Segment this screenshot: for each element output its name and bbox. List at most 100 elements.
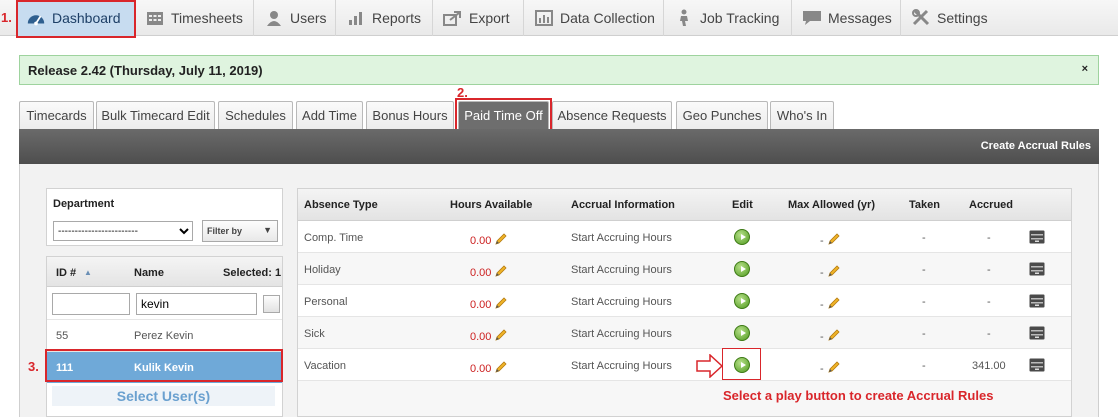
absence-row: Personal 0.00 Start Accruing Hours - - - (298, 285, 1071, 317)
nav-item-messages[interactable]: Messages (794, 0, 901, 36)
tab-bulk-timecard-edit[interactable]: Bulk Timecard Edit (96, 101, 215, 129)
archive-icon[interactable] (1029, 326, 1045, 340)
selected-count: Selected: 1 (223, 267, 282, 279)
taken-value: - (922, 232, 926, 244)
nav-item-job-tracking[interactable]: Job Tracking (666, 0, 792, 36)
pencil-edit-icon[interactable] (827, 296, 841, 310)
max-value: - (820, 267, 824, 279)
tab-label: Absence Requests (557, 108, 667, 123)
toolbar: Create Accrual Rules (19, 129, 1099, 164)
archive-icon[interactable] (1029, 230, 1045, 244)
pencil-edit-icon[interactable] (494, 360, 508, 374)
nav-item-settings[interactable]: Settings (903, 0, 1003, 36)
max-value: - (820, 331, 824, 343)
filter-by-button[interactable]: Filter by ▼ (202, 220, 278, 242)
search-checkbox[interactable] (263, 295, 280, 313)
absence-row: Comp. Time 0.00 Start Accruing Hours - - - (298, 221, 1071, 253)
release-banner: Release 2.42 (Thursday, July 11, 2019) × (19, 55, 1099, 85)
accrual-information: Start Accruing Hours (571, 360, 672, 372)
accrual-information: Start Accruing Hours (571, 232, 672, 244)
pencil-edit-icon[interactable] (827, 264, 841, 278)
close-icon[interactable]: × (1082, 63, 1088, 75)
tab-bonus-hours[interactable]: Bonus Hours (366, 101, 454, 129)
pencil-edit-icon[interactable] (494, 232, 508, 246)
tab-label: Geo Punches (682, 108, 762, 123)
department-label: Department (53, 198, 115, 210)
archive-icon[interactable] (1029, 262, 1045, 276)
absence-row: Holiday 0.00 Start Accruing Hours - - - (298, 253, 1071, 285)
play-button[interactable] (734, 325, 750, 341)
nav-label: Messages (828, 10, 892, 26)
pencil-edit-icon[interactable] (494, 296, 508, 310)
hours-available: 0.00 (470, 328, 508, 343)
col-accrued: Accrued (969, 199, 1014, 211)
user-name: Kulik Kevin (134, 362, 194, 374)
nav-label: Reports (372, 10, 422, 26)
hours-value: 0.00 (470, 267, 492, 279)
tab-timecards[interactable]: Timecards (19, 101, 94, 129)
tab-whos-in[interactable]: Who's In (770, 101, 834, 129)
id-search-input[interactable] (52, 293, 130, 315)
tab-absence-requests[interactable]: Absence Requests (552, 101, 672, 129)
archive-icon[interactable] (1029, 294, 1045, 308)
pencil-edit-icon[interactable] (827, 232, 841, 246)
accrued-value: 341.00 (972, 360, 1006, 372)
tab-add-time[interactable]: Add Time (296, 101, 363, 129)
max-allowed: - (820, 264, 841, 279)
job-tracking-icon (674, 9, 694, 27)
department-filter: Department ------------------------ Filt… (46, 188, 283, 246)
step-1-annotation: 1. (1, 10, 12, 25)
select-users-annotation: Select User(s) (52, 386, 275, 406)
nav-item-data-collection[interactable]: Data Collection (526, 0, 664, 36)
col-name[interactable]: Name (134, 267, 164, 279)
data-collection-icon (534, 9, 554, 27)
nav-item-export[interactable]: Export (435, 0, 524, 36)
name-search-input[interactable] (136, 293, 257, 315)
pencil-edit-icon[interactable] (494, 264, 508, 278)
tab-geo-punches[interactable]: Geo Punches (676, 101, 768, 129)
accrued-value: - (987, 264, 991, 276)
max-allowed: - (820, 360, 841, 375)
play-button[interactable] (734, 293, 750, 309)
user-name: Perez Kevin (134, 330, 194, 342)
department-select[interactable]: ------------------------ (53, 221, 193, 241)
absence-table-header: Absence Type Hours Available Accrual Inf… (298, 189, 1071, 221)
nav-item-reports[interactable]: Reports (338, 0, 433, 36)
pencil-edit-icon[interactable] (494, 328, 508, 342)
user-row-selected[interactable]: 111 Kulik Kevin (47, 351, 282, 383)
nav-label: Job Tracking (700, 10, 780, 26)
nav-label: Export (469, 10, 510, 26)
tab-schedules[interactable]: Schedules (218, 101, 293, 129)
absence-row: Sick 0.00 Start Accruing Hours - - - (298, 317, 1071, 349)
user-icon (264, 9, 284, 27)
hours-available: 0.00 (470, 296, 508, 311)
tab-label: Add Time (302, 108, 357, 123)
dashboard-gauge-icon (26, 9, 46, 27)
archive-icon[interactable] (1029, 358, 1045, 372)
play-button[interactable] (734, 261, 750, 277)
accrual-information: Start Accruing Hours (571, 296, 672, 308)
nav-item-timesheets[interactable]: Timesheets (137, 0, 254, 36)
absence-type: Holiday (304, 264, 341, 276)
pencil-edit-icon[interactable] (827, 360, 841, 374)
nav-item-users[interactable]: Users (256, 0, 336, 36)
nav-item-dashboard[interactable]: Dashboard (18, 0, 135, 36)
create-accrual-rules-link[interactable]: Create Accrual Rules (981, 140, 1091, 152)
user-row[interactable]: 55 Perez Kevin (47, 319, 282, 351)
bar-chart-icon (346, 9, 366, 27)
taken-value: - (922, 296, 926, 308)
col-id[interactable]: ID # (56, 267, 76, 279)
user-id: 111 (56, 362, 74, 374)
taken-value: - (922, 360, 926, 372)
hours-value: 0.00 (470, 331, 492, 343)
hours-available: 0.00 (470, 232, 508, 247)
taken-value: - (922, 264, 926, 276)
nav-label: Data Collection (560, 10, 655, 26)
user-id: 55 (56, 330, 69, 342)
play-button[interactable] (734, 229, 750, 245)
pencil-edit-icon[interactable] (827, 328, 841, 342)
play-button[interactable] (734, 357, 750, 373)
absence-row: Vacation 0.00 Start Accruing Hours - - 341.… (298, 349, 1071, 381)
instruction-annotation: Select a play button to create Accrual R… (723, 388, 994, 403)
tab-paid-time-off[interactable]: Paid Time Off (458, 101, 549, 129)
